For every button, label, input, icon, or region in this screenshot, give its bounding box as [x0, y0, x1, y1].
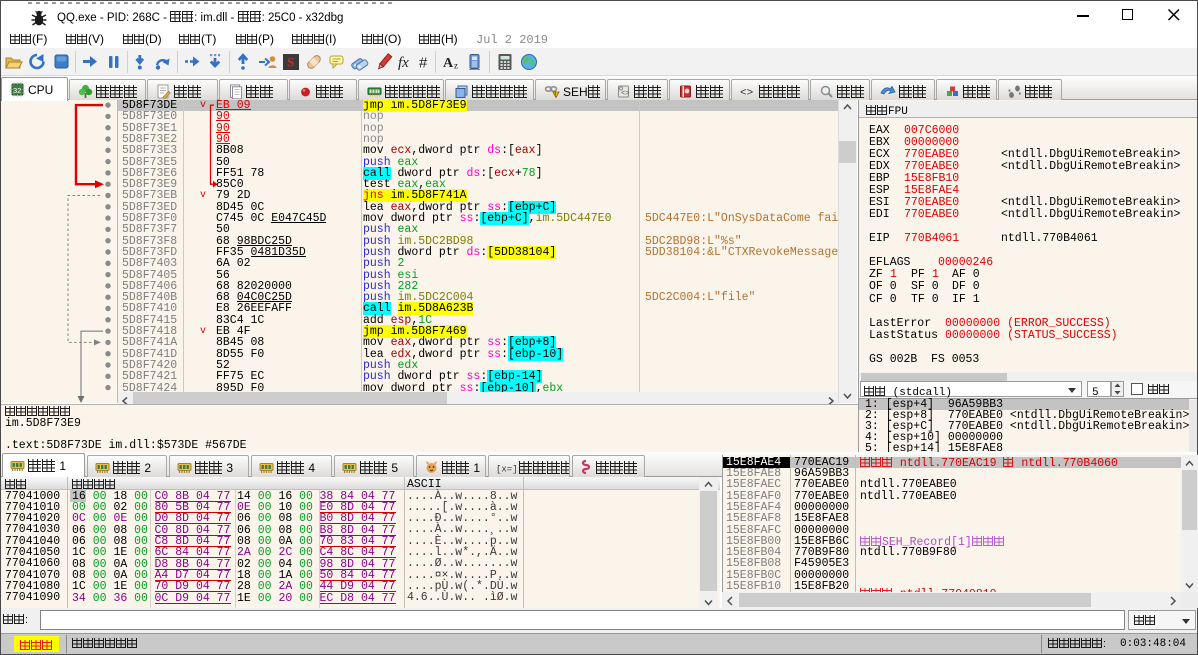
svg-text:!: ! — [555, 93, 556, 99]
svg-text:#: # — [419, 55, 428, 72]
svg-text:[x=]: [x=] — [496, 465, 516, 475]
svg-text:A: A — [443, 56, 454, 71]
svg-text:<>: <> — [621, 90, 629, 98]
svg-text:fx: fx — [398, 55, 409, 71]
svg-text:32: 32 — [13, 86, 21, 95]
svg-text:<>: <> — [740, 88, 753, 100]
svg-text:z: z — [454, 61, 458, 71]
svg-text:S: S — [287, 55, 294, 70]
